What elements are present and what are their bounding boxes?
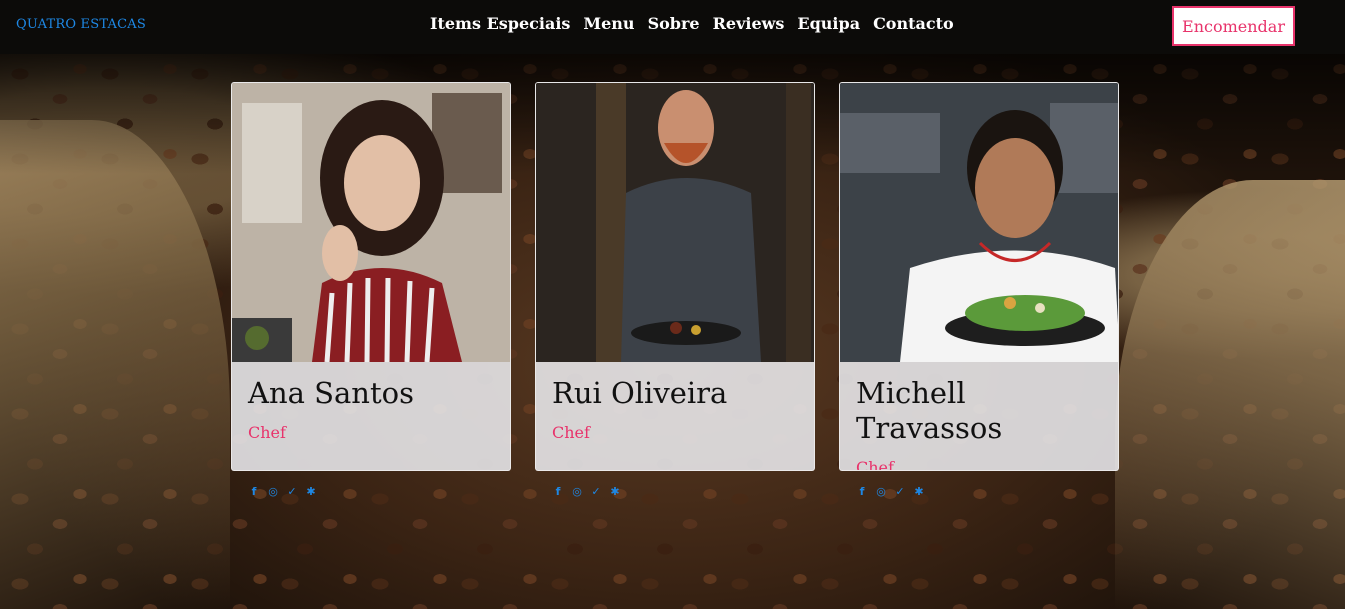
team-card: Ana Santos Chef (231, 82, 511, 471)
team-member-ana-santos: Ana Santos Chef f ◎ ✓ ✱ (231, 82, 511, 498)
nav-link-contacto[interactable]: Contacto (873, 14, 954, 33)
nav-links: Items Especiais Menu Sobre Reviews Equip… (430, 14, 954, 33)
nav-link-items-especiais[interactable]: Items Especiais (430, 14, 570, 33)
navbar: QUATRO ESTACAS Items Especiais Menu Sobr… (0, 0, 1345, 54)
chef-photo (840, 83, 1118, 362)
instagram-icon[interactable]: ◎ (570, 485, 584, 498)
team-card: Michell Travassos Chef (839, 82, 1119, 471)
team-card: Rui Oliveira Chef (535, 82, 815, 471)
member-name: Ana Santos (248, 376, 414, 410)
social-links: f ◎ ✓ ✱ (231, 485, 511, 498)
member-name: Michell Travassos (856, 376, 1003, 445)
team-section: Ana Santos Chef f ◎ ✓ ✱ Rui Oliveira Che… (231, 82, 1119, 498)
yelp-icon[interactable]: ✱ (304, 485, 318, 498)
chef-photo-illustration (536, 83, 814, 362)
team-member-michell-travassos: Michell Travassos Chef f ◎ ✓ ✱ (839, 82, 1119, 498)
nav-link-menu[interactable]: Menu (583, 14, 634, 33)
chef-photo (232, 83, 510, 362)
card-body: Rui Oliveira Chef (536, 362, 814, 456)
twitter-icon[interactable]: ✓ (285, 485, 299, 498)
member-name: Rui Oliveira (552, 376, 728, 410)
facebook-icon[interactable]: f (247, 485, 261, 498)
instagram-icon[interactable]: ◎ (266, 485, 280, 498)
nav-link-reviews[interactable]: Reviews (713, 14, 785, 33)
chef-photo-illustration (840, 83, 1118, 362)
social-links: f ◎ ✓ ✱ (535, 485, 815, 498)
member-role: Chef (552, 422, 590, 442)
facebook-icon[interactable]: f (855, 485, 869, 498)
nav-link-equipa[interactable]: Equipa (797, 14, 860, 33)
yelp-icon[interactable]: ✱ (912, 485, 926, 498)
member-role: Chef (856, 457, 894, 471)
social-links: f ◎ ✓ ✱ (839, 485, 1119, 498)
chef-photo-illustration (232, 83, 510, 362)
order-button[interactable]: Encomendar (1172, 6, 1295, 46)
nav-link-sobre[interactable]: Sobre (648, 14, 700, 33)
facebook-icon[interactable]: f (551, 485, 565, 498)
member-role: Chef (248, 422, 286, 442)
twitter-icon[interactable]: ✓ (893, 485, 907, 498)
team-member-rui-oliveira: Rui Oliveira Chef f ◎ ✓ ✱ (535, 82, 815, 498)
card-body: Ana Santos Chef (232, 362, 510, 456)
instagram-icon[interactable]: ◎ (874, 485, 888, 498)
brand-link[interactable]: QUATRO ESTACAS (16, 17, 146, 32)
chef-photo (536, 83, 814, 362)
yelp-icon[interactable]: ✱ (608, 485, 622, 498)
card-body: Michell Travassos Chef (840, 362, 1118, 471)
twitter-icon[interactable]: ✓ (589, 485, 603, 498)
